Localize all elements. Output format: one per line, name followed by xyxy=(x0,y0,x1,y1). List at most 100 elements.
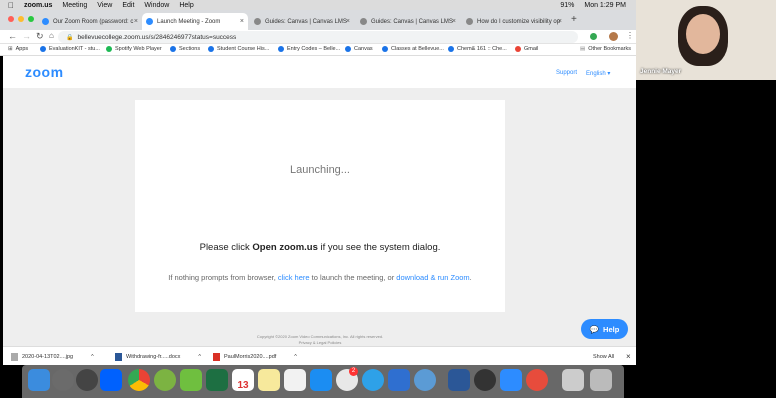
click-here-link[interactable]: click here xyxy=(278,273,310,282)
apple-icon[interactable]:  xyxy=(8,1,14,10)
help-button[interactable]: 💬 Help xyxy=(581,319,628,339)
forward-icon[interactable]: → xyxy=(22,31,31,41)
new-tab-icon[interactable]: + xyxy=(571,14,577,25)
quicktime-icon[interactable] xyxy=(474,369,496,391)
minimize-window-icon[interactable] xyxy=(18,16,24,22)
bookmark-other[interactable]: ▤ Other Bookmarks xyxy=(580,46,631,52)
menu-meeting[interactable]: Meeting xyxy=(62,2,87,9)
back-icon[interactable]: ← xyxy=(8,31,17,41)
spotify-icon xyxy=(106,46,112,52)
tab-label: How do I customize visibility op xyxy=(477,18,561,25)
bookmark-label: Gmail xyxy=(524,46,539,52)
chevron-up-icon[interactable]: ^ xyxy=(294,354,297,360)
battery-percent[interactable]: 91% xyxy=(560,2,574,9)
show-all-button[interactable]: Show All xyxy=(593,351,614,362)
bookmark-spotify[interactable]: Spotify Web Player xyxy=(106,46,162,52)
chevron-up-icon[interactable]: ^ xyxy=(198,354,201,360)
calendar-icon[interactable]: 13 xyxy=(232,369,254,391)
close-tab-icon[interactable]: × xyxy=(134,18,138,25)
privacy-link[interactable]: Privacy & Legal Policies xyxy=(135,340,505,345)
calendar-day: 13 xyxy=(237,380,249,391)
home-icon[interactable]: ⌂ xyxy=(49,31,54,40)
profile-avatar[interactable] xyxy=(609,32,618,41)
word-icon[interactable] xyxy=(448,369,470,391)
menu-help[interactable]: Help xyxy=(179,2,193,9)
zoom-app-icon[interactable] xyxy=(500,369,522,391)
downloads-stack-icon[interactable] xyxy=(562,369,584,391)
close-tab-icon[interactable]: × xyxy=(558,18,562,25)
bookmark-canvas[interactable]: Canvas xyxy=(345,46,373,52)
close-download-bar-icon[interactable]: × xyxy=(626,351,631,362)
bookmark-chem[interactable]: Chem& 161 :: Che... xyxy=(448,46,507,52)
tab-customize-visibility[interactable]: How do I customize visibility op × xyxy=(462,13,566,30)
folder-icon: ▤ xyxy=(580,46,586,52)
bookmark-favicon-icon xyxy=(40,46,46,52)
bookmark-label: Chem& 161 :: Che... xyxy=(457,46,507,52)
menu-clock[interactable]: Mon 1:29 PM xyxy=(584,2,626,9)
fallback-prompt: If nothing prompts from browser, click h… xyxy=(135,273,505,282)
url-text: bellevuecollege.zoom.us/s/2846246977stat… xyxy=(77,33,237,41)
bookmark-favicon-icon xyxy=(170,46,176,52)
cd-app-icon[interactable] xyxy=(154,369,176,391)
chrome-menu-icon[interactable]: ⋮ xyxy=(626,31,634,40)
launchpad-icon[interactable] xyxy=(76,369,98,391)
reload-icon[interactable]: ↻ xyxy=(36,31,44,42)
bookmark-evaluationkit[interactable]: EvaluationKIT - stu... xyxy=(40,46,100,52)
tab-zoom-room[interactable]: Our Zoom Room (password: c × xyxy=(38,13,142,30)
participant-name: Jennie Mayer xyxy=(640,68,682,75)
open-zoom-label: Open zoom.us xyxy=(252,242,318,253)
close-window-icon[interactable] xyxy=(8,16,14,22)
bookmark-classes[interactable]: Classes at Bellevue... xyxy=(382,46,444,52)
excel-icon[interactable] xyxy=(206,369,228,391)
download-run-zoom-link[interactable]: download & run Zoom xyxy=(396,273,469,282)
bookmark-entry-codes[interactable]: Entry Codes – Belle... xyxy=(278,46,340,52)
download-item-docx[interactable]: Withdrawing-fr.....docx ^ xyxy=(115,351,201,362)
download-item-jpg[interactable]: 2020-04-13T02....jpg ^ xyxy=(11,351,94,362)
zoom-window-icon[interactable] xyxy=(28,16,34,22)
bookmark-apps[interactable]: ⊞ Apps xyxy=(8,46,28,52)
canvas-favicon-icon xyxy=(254,18,261,25)
skype-icon[interactable] xyxy=(362,369,384,391)
app-store-icon[interactable] xyxy=(310,369,332,391)
close-tab-icon[interactable]: × xyxy=(452,18,456,25)
tab-label: Launch Meeting - Zoom xyxy=(157,18,221,25)
menu-window[interactable]: Window xyxy=(144,2,169,9)
close-tab-icon[interactable]: × xyxy=(240,18,244,25)
pen-app-icon[interactable] xyxy=(388,369,410,391)
chevron-up-icon[interactable]: ^ xyxy=(91,354,94,360)
launching-text: Launching... xyxy=(290,164,350,176)
download-item-pdf[interactable]: PaulMorris2020....pdf ^ xyxy=(213,351,297,362)
tab-label: Guides: Canvas | Canvas LMS xyxy=(265,18,347,25)
menu-edit[interactable]: Edit xyxy=(122,2,134,9)
tab-canvas-guides-1[interactable]: Guides: Canvas | Canvas LMS × xyxy=(250,13,354,30)
tab-launch-meeting[interactable]: Launch Meeting - Zoom × xyxy=(142,13,248,30)
participant-face xyxy=(686,14,720,54)
notes-icon[interactable] xyxy=(258,369,280,391)
chrome-icon[interactable] xyxy=(128,369,150,391)
finder-icon[interactable] xyxy=(28,369,50,391)
notification-badge: 2 xyxy=(349,367,358,376)
system-dialog-instruction: Please click Open zoom.us if you see the… xyxy=(135,242,505,253)
pulse-app-icon[interactable] xyxy=(526,369,548,391)
support-link[interactable]: Support xyxy=(556,70,577,76)
close-tab-icon[interactable]: × xyxy=(346,18,350,25)
browser-tab-bar: Our Zoom Room (password: c × Launch Meeti… xyxy=(0,10,636,30)
mu-app-icon[interactable] xyxy=(414,369,436,391)
zoom-favicon-icon xyxy=(146,18,153,25)
bookmark-student-course[interactable]: Student Course His... xyxy=(208,46,269,52)
zoom-logo[interactable]: zoom xyxy=(25,64,64,80)
language-select[interactable]: English ▾ xyxy=(586,70,610,77)
menu-app-name[interactable]: zoom.us xyxy=(24,2,52,9)
trash-icon[interactable] xyxy=(590,369,612,391)
prompt-text: . xyxy=(469,273,472,282)
menu-view[interactable]: View xyxy=(97,2,112,9)
system-preferences-icon[interactable] xyxy=(52,369,74,391)
address-bar[interactable]: 🔒 bellevuecollege.zoom.us/s/2846246977st… xyxy=(58,31,578,43)
app-icon[interactable] xyxy=(180,369,202,391)
dropbox-icon[interactable] xyxy=(100,369,122,391)
bookmark-gmail[interactable]: Gmail xyxy=(515,46,538,52)
extension-icon[interactable] xyxy=(590,33,597,40)
bookmark-sections[interactable]: Sections xyxy=(170,46,200,52)
tab-canvas-guides-2[interactable]: Guides: Canvas | Canvas LMS × xyxy=(356,13,460,30)
reminders-icon[interactable] xyxy=(284,369,306,391)
